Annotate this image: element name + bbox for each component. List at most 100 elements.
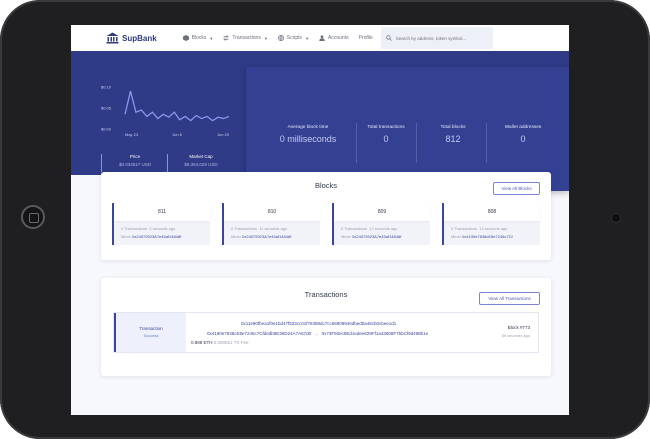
bank-icon	[106, 32, 119, 44]
view-all-transactions-button[interactable]: View All Transactions	[479, 292, 540, 305]
block-tx-count: 0 Transactions	[231, 226, 258, 231]
brand-logo[interactable]: SupBank	[106, 32, 157, 44]
search-box[interactable]	[380, 27, 493, 49]
miner-label: Miner	[341, 234, 352, 239]
market-cap-stat: Market Cap $8,354,028 USD	[169, 154, 233, 167]
tx-type: Transaction	[139, 326, 163, 331]
tx-status-text: Success	[143, 333, 159, 338]
tx-from[interactable]: 0x4190e7838cE8e7245c7Cfdedb9E38D24A7A67d…	[207, 331, 311, 336]
block-tile[interactable]: 811 0 Transactions 0 seconds ago Miner 0…	[112, 203, 210, 245]
tx-to[interactable]: 0x73F50ec9Ed1edee628Ff1a43608F7bbCf9d488…	[322, 331, 429, 336]
screen: SupBank Blocks ▼ Transactions ▼ Scripts …	[71, 25, 569, 415]
search-icon	[386, 35, 392, 41]
price-series-line	[124, 91, 230, 122]
price-label: Price	[129, 154, 141, 159]
stat-divider	[416, 123, 417, 163]
top-navbar: SupBank Blocks ▼ Transactions ▼ Scripts …	[71, 25, 569, 51]
x-tick-label: Jun 6	[172, 132, 183, 137]
tx-fee: 0.000021 TX Fee	[213, 340, 249, 345]
view-all-blocks-button[interactable]: View All Blocks	[493, 182, 540, 195]
stat-label: Total blocks	[440, 125, 466, 130]
globe-icon	[277, 35, 284, 41]
block-number: 808	[444, 203, 540, 221]
tx-amount: 0.888 ETH	[191, 340, 213, 345]
stat-total-blocks: Total blocks 812	[428, 125, 478, 144]
x-tick-label: May 23	[125, 132, 139, 137]
arrows-icon	[223, 35, 230, 41]
block-tile[interactable]: 810 0 Transactions 11 seconds ago Miner …	[222, 203, 320, 245]
stat-divider	[101, 154, 102, 172]
nav-accounts[interactable]: Accounts	[319, 35, 349, 41]
chevron-down-icon: ▼	[305, 35, 310, 41]
arrow-right-icon: →	[314, 331, 319, 336]
block-age: 13 seconds ago	[479, 226, 508, 231]
tx-block-info: Block #773 59 seconds ago	[502, 325, 530, 338]
stat-label: Wallet addresses	[504, 125, 542, 130]
miner-address[interactable]: 0x24079923A7e45af14848f	[132, 234, 181, 239]
nav-blocks-label: Blocks	[191, 35, 207, 41]
block-tile[interactable]: 809 0 Transactions 12 seconds ago Miner …	[332, 203, 430, 245]
stat-value: 812	[445, 134, 461, 144]
stat-wallet-addresses: Wallet addresses 0	[496, 125, 550, 144]
price-value: $0.034517 USD	[118, 162, 152, 167]
block-number: 811	[114, 203, 210, 221]
nav-scripts-label: Scripts	[286, 35, 303, 41]
blocks-title: Blocks	[314, 181, 338, 190]
y-tick-label: $0.00	[101, 127, 112, 132]
stat-value: 0	[520, 134, 526, 144]
tx-addresses: 0x4190e7838cE8e7245c7Cfdedb9E38D24A7A67d…	[207, 331, 428, 336]
block-tx-count: 0 Transactions	[121, 226, 148, 231]
stat-divider	[486, 123, 487, 163]
search-input[interactable]	[395, 35, 486, 41]
tx-hash[interactable]: 0x11e90fbea1f0e1bd47f523cc01f78388dc7cc6…	[241, 321, 396, 326]
block-number: 809	[334, 203, 430, 221]
miner-address[interactable]: 0x24079923A7e45af14848f	[242, 234, 291, 239]
y-tick-label: $0.05	[101, 106, 112, 111]
miner-address[interactable]: 0x4190e7838cE8e7245c7Cf	[462, 234, 513, 239]
transaction-tile[interactable]: Transaction Success 0x11e90fbea1f0e1bd47…	[113, 312, 539, 353]
block-tx-count: 0 Transactions	[341, 226, 368, 231]
brand-name: SupBank	[122, 33, 157, 43]
miner-address[interactable]: 0x24079923A7e45af14848f	[352, 234, 401, 239]
stat-label: Total transactions	[367, 125, 405, 130]
price-chart: $0.10 $0.05 $0.00 May 23 Jun 6 Jun 20	[101, 85, 230, 138]
market-cap-value: $8,354,028 USD	[184, 162, 218, 167]
stat-value: 0 milliseconds	[279, 134, 337, 144]
stat-label: Average block time	[287, 125, 329, 130]
block-age: 11 seconds ago	[259, 226, 288, 231]
y-tick-label: $0.10	[101, 85, 112, 90]
tx-amount-row: 0.888 ETH 0.000021 TX Fee	[191, 340, 248, 345]
tx-block-number[interactable]: Block #773	[502, 325, 530, 330]
tx-age: 59 seconds ago	[501, 333, 530, 338]
x-tick-label: Jun 20	[217, 132, 230, 137]
cube-icon	[182, 35, 189, 41]
block-tile[interactable]: 808 0 Transactions 13 seconds ago Miner …	[442, 203, 540, 245]
price-stat: Price $0.034517 USD	[103, 154, 167, 167]
nav-profile[interactable]: Profile	[359, 35, 373, 41]
miner-label: Miner	[231, 234, 242, 239]
nav-scripts[interactable]: Scripts ▼	[277, 35, 310, 41]
user-icon	[319, 35, 325, 41]
miner-label: Miner	[451, 234, 462, 239]
stat-value: 0	[383, 134, 389, 144]
chevron-down-icon: ▼	[209, 35, 214, 41]
stat-total-transactions: Total transactions 0	[361, 125, 411, 144]
stat-divider	[356, 123, 357, 163]
nav-transactions-label: Transactions	[232, 35, 261, 41]
block-number: 810	[224, 203, 320, 221]
market-cap-label: Market Cap	[189, 154, 213, 159]
stat-avg-block-time: Average block time 0 milliseconds	[268, 125, 348, 144]
block-age: 0 seconds ago	[149, 226, 176, 231]
tx-status: Transaction Success	[114, 313, 186, 352]
home-button[interactable]	[21, 205, 45, 229]
nav-transactions[interactable]: Transactions ▼	[223, 35, 268, 41]
camera-dot	[611, 213, 621, 223]
nav-blocks[interactable]: Blocks ▼	[182, 35, 214, 41]
block-age: 12 seconds ago	[369, 226, 398, 231]
nav-accounts-label: Accounts	[328, 35, 349, 41]
tablet-frame: SupBank Blocks ▼ Transactions ▼ Scripts …	[0, 0, 650, 439]
stat-divider	[167, 154, 168, 172]
chevron-down-icon: ▼	[263, 35, 268, 41]
nav-profile-label: Profile	[358, 35, 373, 41]
block-tx-count: 0 Transactions	[451, 226, 478, 231]
